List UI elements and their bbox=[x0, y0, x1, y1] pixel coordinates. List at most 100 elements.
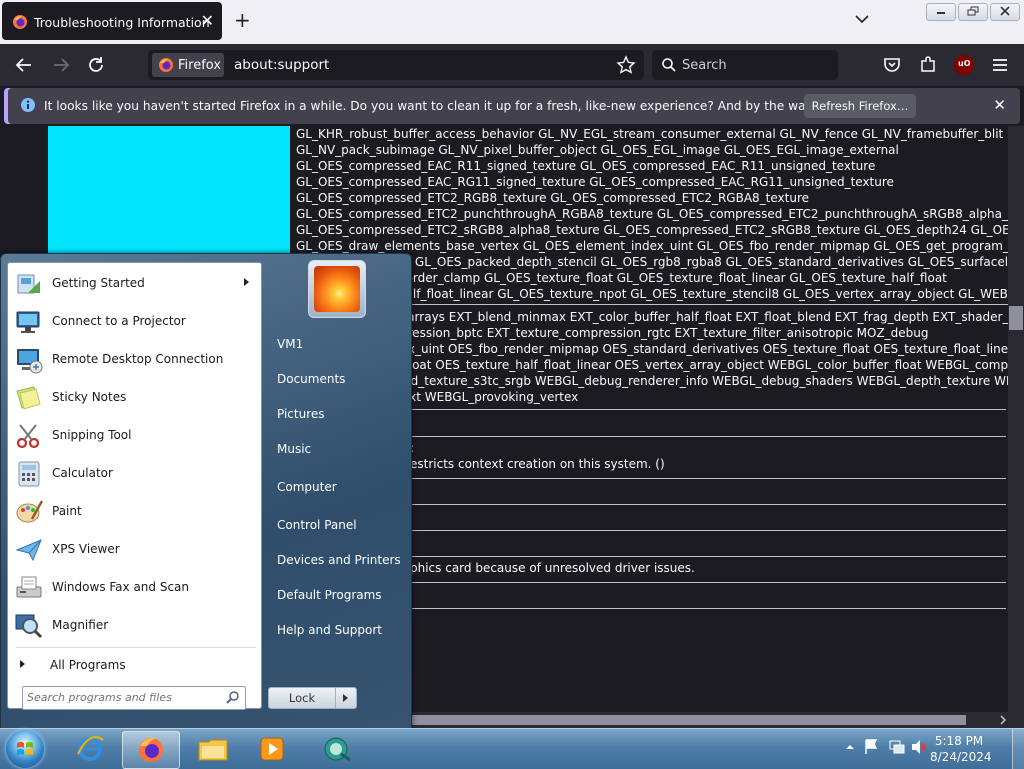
clock-date: 8/24/2024 bbox=[930, 750, 992, 764]
program-connect-projector[interactable]: Connect to a Projector bbox=[8, 303, 261, 341]
ublock-origin-icon[interactable]: uO bbox=[954, 55, 974, 75]
list-all-tabs-icon[interactable] bbox=[855, 12, 869, 28]
row-divider bbox=[410, 608, 1006, 609]
magnifier-icon bbox=[15, 614, 43, 639]
start-search-input[interactable] bbox=[27, 689, 217, 705]
remote-desktop-icon bbox=[17, 349, 43, 374]
lock-button[interactable]: Lock bbox=[268, 687, 336, 709]
arrow-right-icon bbox=[343, 694, 348, 702]
extensions-puzzle-icon[interactable] bbox=[918, 55, 938, 75]
link-music[interactable]: Music bbox=[277, 442, 311, 456]
pocket-icon[interactable] bbox=[882, 55, 902, 75]
program-remote-desktop[interactable]: Remote Desktop Connection bbox=[8, 341, 261, 379]
close-tab-icon[interactable]: ✕ bbox=[201, 11, 214, 30]
system-clock[interactable]: 5:18 PM 8/24/2024 bbox=[930, 733, 992, 765]
link-devices-printers[interactable]: Devices and Printers bbox=[277, 553, 401, 567]
row-divider bbox=[410, 530, 1006, 531]
row-divider bbox=[410, 582, 1006, 583]
user-picture[interactable] bbox=[308, 260, 366, 318]
program-label: Magnifier bbox=[52, 618, 109, 632]
internet-explorer-icon[interactable] bbox=[62, 731, 118, 767]
all-programs-button[interactable]: All Programs bbox=[8, 653, 261, 677]
reload-icon[interactable] bbox=[85, 54, 107, 76]
program-getting-started[interactable]: Getting Started bbox=[8, 265, 261, 303]
app-icon[interactable] bbox=[308, 731, 364, 767]
identity-box[interactable]: Firefox bbox=[152, 53, 224, 77]
tab-title: Troubleshooting Information bbox=[34, 15, 210, 30]
close-window-button[interactable] bbox=[990, 3, 1020, 21]
horizontal-scrollbar[interactable] bbox=[410, 712, 1008, 728]
new-tab-button[interactable]: + bbox=[234, 8, 251, 32]
program-xps-viewer[interactable]: XPS Viewer bbox=[8, 531, 261, 569]
start-orb[interactable] bbox=[6, 730, 44, 768]
firefox-icon bbox=[159, 58, 173, 72]
tab-troubleshooting[interactable]: Troubleshooting Information ✕ bbox=[2, 2, 222, 40]
link-pictures[interactable]: Pictures bbox=[277, 407, 325, 421]
close-notification-icon[interactable]: ✕ bbox=[993, 96, 1006, 114]
extension-line: GL_OES_compressed_ETC2_sRGB8_alpha8_text… bbox=[296, 223, 1024, 237]
refresh-firefox-button[interactable]: Refresh Firefox… bbox=[804, 94, 916, 118]
power-options-button[interactable] bbox=[335, 687, 357, 709]
row-divider bbox=[410, 504, 1006, 505]
all-programs-label: All Programs bbox=[50, 658, 126, 672]
navigation-toolbar: Firefox about:support Search uO bbox=[0, 44, 1024, 86]
search-icon[interactable] bbox=[226, 690, 240, 704]
taskbar: 5:18 PM 8/24/2024 bbox=[0, 728, 1024, 769]
link-default-programs[interactable]: Default Programs bbox=[277, 588, 382, 602]
notification-message: It looks like you haven't started Firefo… bbox=[44, 99, 913, 113]
back-arrow-icon[interactable] bbox=[13, 54, 35, 76]
bookmark-star-icon[interactable] bbox=[616, 55, 636, 75]
program-magnifier[interactable]: Magnifier bbox=[8, 607, 261, 645]
program-calculator[interactable]: Calculator bbox=[8, 455, 261, 493]
projector-icon bbox=[16, 311, 40, 333]
file-explorer-icon[interactable] bbox=[184, 731, 240, 767]
scroll-right-icon[interactable] bbox=[998, 715, 1008, 725]
extension-line: GL_OES_compressed_ETC2_punchthroughA_RGB… bbox=[296, 207, 1024, 221]
search-icon bbox=[662, 58, 676, 72]
link-help-support[interactable]: Help and Support bbox=[277, 623, 382, 637]
identity-label: Firefox bbox=[178, 58, 222, 73]
firefox-taskbar-button[interactable] bbox=[122, 731, 180, 769]
start-search-box[interactable] bbox=[22, 686, 246, 710]
program-label: Calculator bbox=[52, 466, 113, 480]
row-divider bbox=[410, 556, 1006, 557]
vertical-scrollbar[interactable] bbox=[1008, 126, 1024, 728]
media-player-icon[interactable] bbox=[244, 731, 300, 767]
link-documents[interactable]: Documents bbox=[277, 372, 345, 386]
cyan-block bbox=[48, 126, 290, 258]
scrollbar-thumb[interactable] bbox=[1009, 306, 1023, 330]
tab-strip: Troubleshooting Information ✕ + bbox=[0, 0, 1024, 44]
hamburger-menu-icon[interactable] bbox=[990, 55, 1010, 75]
show-desktop-button[interactable] bbox=[1012, 729, 1024, 769]
system-tray[interactable] bbox=[842, 737, 926, 757]
divider bbox=[16, 647, 256, 648]
info-icon bbox=[21, 98, 35, 112]
minimize-button[interactable] bbox=[926, 3, 956, 21]
program-label: Remote Desktop Connection bbox=[52, 352, 224, 366]
scrollbar-thumb[interactable] bbox=[410, 715, 966, 725]
getting-started-icon bbox=[17, 274, 40, 294]
link-control-panel[interactable]: Control Panel bbox=[277, 518, 357, 532]
program-fax-scan[interactable]: Windows Fax and Scan bbox=[8, 569, 261, 607]
restore-button[interactable] bbox=[958, 3, 988, 21]
forward-arrow-icon[interactable] bbox=[50, 54, 72, 76]
paint-icon bbox=[16, 500, 44, 523]
program-snipping-tool[interactable]: Snipping Tool bbox=[8, 417, 261, 455]
program-sticky-notes[interactable]: Sticky Notes bbox=[8, 379, 261, 417]
xps-viewer-icon bbox=[15, 539, 42, 562]
snipping-tool-icon bbox=[16, 424, 40, 449]
program-paint[interactable]: Paint bbox=[8, 493, 261, 531]
program-label: Windows Fax and Scan bbox=[52, 580, 190, 594]
url-text[interactable]: about:support bbox=[234, 57, 329, 73]
row-divider bbox=[410, 409, 1006, 410]
windows-logo-icon bbox=[17, 742, 33, 755]
program-label: Getting Started bbox=[52, 276, 145, 290]
firefox-icon bbox=[139, 737, 163, 762]
address-bar[interactable]: Firefox about:support bbox=[148, 50, 644, 80]
link-user-folder[interactable]: VM1 bbox=[277, 337, 303, 351]
search-bar[interactable]: Search bbox=[652, 50, 838, 80]
row-text: estricts context creation on this system… bbox=[410, 457, 665, 471]
user-avatar-image bbox=[314, 266, 360, 312]
link-computer[interactable]: Computer bbox=[277, 480, 337, 494]
programs-pane: Getting Started Connect to a Projector R… bbox=[7, 262, 262, 710]
